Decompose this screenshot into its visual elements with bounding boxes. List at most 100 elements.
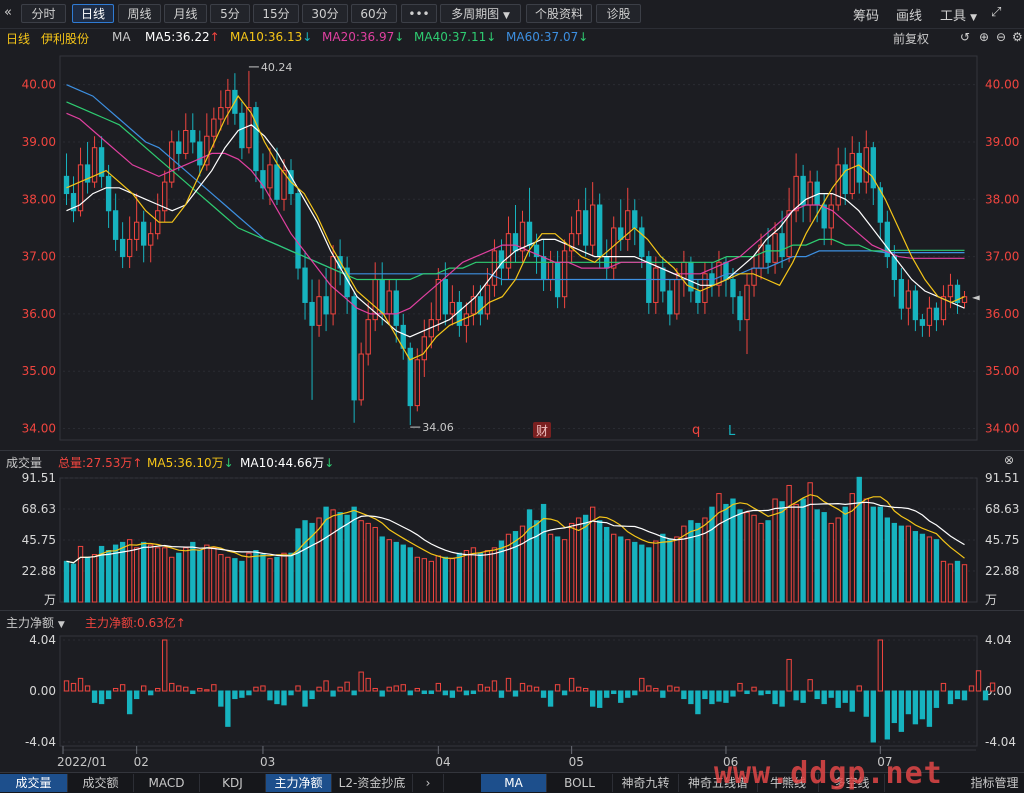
flow-bar-inflow [484,686,491,692]
period-tab-weekly[interactable]: 周线 [118,4,161,23]
period-tab-60min[interactable]: 60分 [351,4,397,23]
capital-flow-chart[interactable]: 4.04 4.040.00 0.00-4.04 -4.042022/01 02 03 04 0… [0,630,1024,772]
flow-bar-inflow [786,658,792,692]
candle-up [211,118,217,137]
flow-bar-inflow [323,680,329,692]
candle-up [674,279,680,315]
volume-bar-up [793,503,799,603]
volume-bar-up [758,522,764,603]
flow-bar-outflow [421,690,427,695]
candle-up [183,130,189,154]
flow-axis-label-right: 0.00 [985,684,1012,698]
flow-bar-outflow [772,690,778,705]
flow-bar-inflow [358,671,364,692]
candle-down [112,210,119,240]
tab-l2-bottom[interactable]: L2-资金抄底 [332,774,413,792]
tab-macd[interactable]: MACD [134,774,200,792]
diagnose-button[interactable]: 诊股 [596,4,641,23]
flow-bar-outflow [632,690,638,696]
flow-bar-outflow [288,690,294,696]
adjust-mode-dropdown[interactable]: 前复权 [893,30,929,47]
price-axis-label-left: 34.00 [22,422,56,436]
close-icon[interactable]: ⊗ [1004,453,1014,467]
volume-bar-up [162,547,168,603]
tools-menu[interactable]: 工具 ▼ [940,5,977,24]
chips-button[interactable]: 筹码 [853,5,879,24]
volume-bar-down [232,558,238,603]
tab-magic-nine[interactable]: 神奇九转 [613,774,679,792]
period-tab-monthly[interactable]: 月线 [164,4,207,23]
candle-down [309,301,315,326]
volume-bar-up [470,547,477,603]
volume-chart[interactable]: 91.51 91.51 68.63 68.63 45.75 45.75 22.88 22.88… [0,470,1024,610]
flow-indicator-dropdown[interactable]: 主力净额 ▼ [6,614,65,631]
volume-bar-up [414,556,420,603]
flow-bar-outflow [442,690,449,696]
flow-bar-outflow [912,690,919,725]
settings-icon[interactable]: ⚙ [1012,30,1023,44]
volume-bar-down [400,544,406,603]
flow-bar-outflow [449,690,456,698]
volume-bar-down [604,526,610,603]
flow-bar-inflow [183,686,189,692]
tab-kdj[interactable]: KDJ [200,774,266,792]
zoom-in-icon[interactable]: ⊕ [979,30,989,44]
tab-main-flow[interactable]: 主力净额 [266,774,332,792]
volume-bar-down [554,536,561,603]
candle-down [933,307,940,321]
volume-bar-up [330,509,336,603]
price-axis-label-right: 37.00 [985,250,1019,264]
period-tab-fenshi[interactable]: 分时 [21,4,66,23]
volume-bar-up [211,547,217,603]
draw-line-button[interactable]: 画线 [896,5,922,24]
flow-bar-outflow [618,690,624,703]
indicator-name[interactable]: MA [112,30,131,44]
tab-turnover[interactable]: 成交额 [68,774,134,792]
candle-up [414,359,420,407]
tab-indicator-manage[interactable]: 指标管理 [965,774,1024,792]
zoom-out-icon[interactable]: ⊖ [996,30,1006,44]
kline-chart[interactable]: 40.00 40.00 39.00 39.00 38.00 38.00 37.00 37.00… [0,46,1024,450]
stock-profile-button[interactable]: 个股资料 [526,4,592,23]
flow-bar-inflow [582,687,589,692]
volume-bar-down [618,536,624,603]
price-axis-label-left: 39.00 [22,135,56,149]
flow-bar-outflow [954,690,961,700]
flow-bar-outflow [407,690,413,696]
volume-label[interactable]: 成交量 [6,454,42,471]
volume-ma5: MA5:36.10万↓ [147,454,234,471]
volume-bar-up [835,517,841,603]
date-label: 04 [435,755,450,769]
period-toolbar: « 分时 日线 周线 月线 5分 15分 30分 60分 ••• 多周期图 ▼ … [0,0,1024,29]
candle-down [141,221,147,246]
volume-bar-up [786,484,792,603]
current-price-pointer: ◄ [972,293,980,304]
period-tab-5min[interactable]: 5分 [210,4,250,23]
volume-bar-up [940,560,947,603]
tab-boll[interactable]: BOLL [547,774,613,792]
collapse-left-icon[interactable]: « [4,5,12,20]
more-periods-button[interactable]: ••• [401,4,437,23]
arrow-down-icon: ↓ [486,30,497,44]
fullscreen-icon[interactable]: ⤢ [991,5,1001,20]
tabs-next-icon[interactable]: › [413,774,444,792]
candle-down [63,175,70,195]
volume-bar-up [449,558,456,603]
flow-bar-outflow [758,690,764,696]
tab-ma[interactable]: MA [481,774,547,792]
tab-volume[interactable]: 成交量 [0,774,68,792]
site-watermark: www.ddgp.net [714,756,943,791]
volume-bar-up [961,564,968,603]
multi-period-dropdown[interactable]: 多周期图 ▼ [440,4,521,23]
volume-bar-up [751,514,757,603]
candle-up [835,164,841,206]
period-tab-15min[interactable]: 15分 [253,4,299,23]
ma5-value: MA5:36.22↑ [145,30,220,44]
volume-bar-up [547,533,554,603]
flow-bar-outflow [309,690,315,700]
undo-icon[interactable]: ↺ [960,30,970,44]
period-tab-daily[interactable]: 日线 [72,4,114,23]
flow-bar-inflow [119,684,126,692]
volume-total-text: 总量:27.53万 [58,456,133,470]
period-tab-30min[interactable]: 30分 [302,4,348,23]
